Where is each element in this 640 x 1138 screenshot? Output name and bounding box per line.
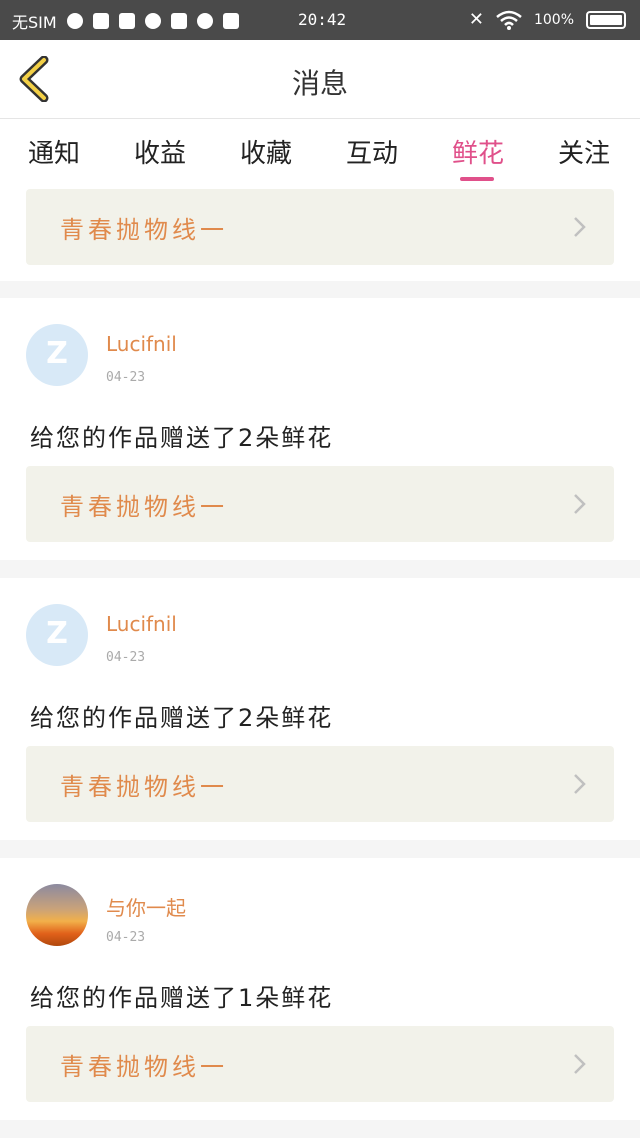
notification-icon — [66, 13, 83, 29]
globe-icon — [144, 13, 161, 29]
message-date: 04-23 — [106, 930, 146, 945]
tab-notifications[interactable]: 通知 — [28, 133, 80, 170]
avatar[interactable]: Z — [26, 324, 88, 386]
battery-percent: 100 — [533, 11, 561, 28]
avatar[interactable] — [26, 884, 88, 946]
username[interactable]: Lucifnil — [106, 612, 177, 636]
clock: 20:42 — [298, 10, 347, 29]
tab-interactions[interactable]: 互动 — [346, 133, 398, 170]
shield-icon — [222, 13, 239, 29]
work-link[interactable]: 青春抛物线一 — [26, 746, 614, 822]
message-text: 给您的作品赠送了1朵鲜花 — [30, 984, 334, 1012]
wifi-icon — [496, 10, 522, 30]
status-bar-left: 无SIM — [12, 9, 239, 33]
default-avatar-icon: Z — [46, 616, 68, 651]
page-title: 消息 — [291, 67, 348, 100]
work-title: 青春抛物线一 — [60, 216, 228, 244]
status-bar: 无SIM 20:42 ✕ 100% — [0, 0, 640, 40]
username[interactable]: 与你一起 — [106, 892, 186, 921]
tab-earnings[interactable]: 收益 — [134, 133, 186, 170]
work-title: 青春抛物线一 — [60, 773, 228, 801]
check-icon — [92, 13, 109, 29]
avatar[interactable]: Z — [26, 604, 88, 666]
work-link[interactable]: 青春抛物线一 — [26, 1026, 614, 1102]
active-tab-indicator — [460, 177, 494, 181]
chevron-right-icon — [574, 494, 586, 514]
nav-bar: 消息 — [0, 40, 640, 119]
tab-follows[interactable]: 关注 — [558, 133, 610, 170]
cloud-icon — [196, 13, 213, 29]
work-link[interactable]: 青春抛物线一 — [26, 189, 614, 265]
username[interactable]: Lucifnil — [106, 332, 177, 356]
message-card: 与你一起 04-23 给您的作品赠送了1朵鲜花 青春抛物线一 — [0, 858, 640, 1120]
chevron-right-icon — [574, 774, 586, 794]
message-date: 04-23 — [106, 370, 146, 385]
default-avatar-icon: Z — [46, 336, 68, 371]
carrier-label: 无SIM — [12, 13, 57, 32]
work-title: 青春抛物线一 — [60, 493, 228, 521]
battery-icon — [586, 10, 626, 29]
work-link[interactable]: 青春抛物线一 — [26, 466, 614, 542]
message-text: 给您的作品赠送了2朵鲜花 — [30, 704, 334, 732]
message-date: 04-23 — [106, 650, 146, 665]
tab-flowers[interactable]: 鲜花 — [452, 133, 504, 170]
message-text: 给您的作品赠送了2朵鲜花 — [30, 424, 334, 452]
tab-bar: 通知 收益 收藏 互动 鲜花 关注 — [0, 119, 640, 189]
work-title: 青春抛物线一 — [60, 1053, 228, 1081]
message-card: Z Lucifnil 04-23 给您的作品赠送了2朵鲜花 青春抛物线一 — [0, 578, 640, 840]
chevron-right-icon — [574, 1054, 586, 1074]
message-card-partial: 青春抛物线一 — [0, 189, 640, 281]
tab-favorites[interactable]: 收藏 — [240, 133, 292, 170]
mute-icon: ✕ — [468, 9, 484, 30]
message-card: Z Lucifnil 04-23 给您的作品赠送了2朵鲜花 青春抛物线一 — [0, 298, 640, 560]
status-bar-right: ✕ 100% — [469, 9, 626, 30]
bag-icon — [118, 13, 135, 29]
iqiyi-icon — [170, 13, 187, 29]
chevron-right-icon — [574, 217, 586, 237]
